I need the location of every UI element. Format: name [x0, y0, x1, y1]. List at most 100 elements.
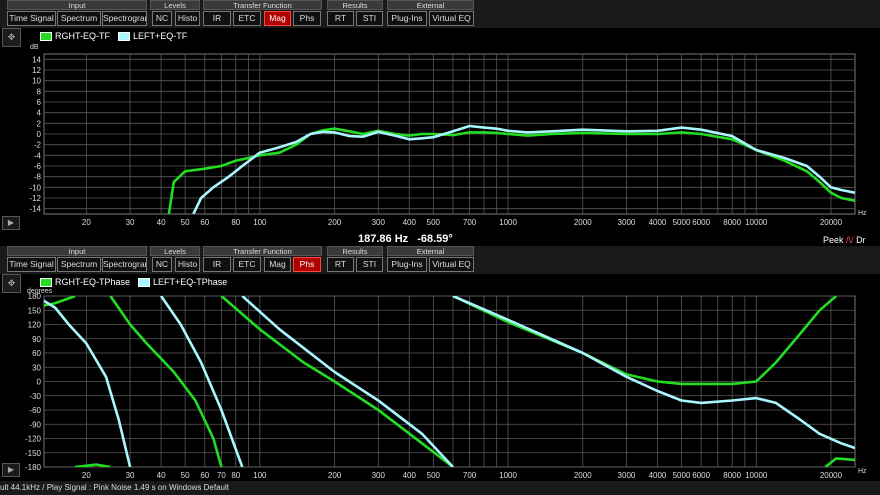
nc-button[interactable]: NC	[152, 11, 172, 26]
y-tick-label: 6	[37, 98, 42, 107]
x-tick-label: 100	[253, 471, 267, 480]
peek-icon: /\/	[846, 235, 854, 245]
y-tick-label: -120	[25, 435, 42, 444]
group-title: External	[387, 0, 474, 10]
x-tick-label: 20	[82, 471, 91, 480]
time-signal-button[interactable]: Time Signal	[7, 11, 56, 26]
phs-button[interactable]: Phs	[293, 11, 321, 26]
nc-button[interactable]: NC	[152, 257, 172, 272]
top-group-input: Input Time Signal Spectrum Spectrogram	[7, 0, 147, 28]
x-tick-label: 40	[157, 218, 166, 227]
x-tick-label: 1000	[499, 218, 517, 227]
x-tick-label: 3000	[618, 471, 636, 480]
y-tick-label: -60	[29, 406, 41, 415]
plug-ins-button[interactable]: Plug-Ins	[387, 11, 427, 26]
x-tick-label: 300	[372, 218, 386, 227]
ir-button[interactable]: IR	[203, 257, 231, 272]
cursor-frequency: 187.86 Hz	[358, 233, 409, 245]
y-tick-label: 12	[32, 66, 41, 75]
virtual-eq-button[interactable]: Virtual EQ	[429, 257, 474, 272]
x-tick-label: 500	[427, 471, 441, 480]
status-text: ult 44.1kHz / Play Signal : Pink Noise 1…	[0, 483, 229, 492]
x-tick-label: 30	[126, 471, 135, 480]
y-tick-label: 150	[28, 306, 42, 315]
x-tick-label: 1000	[499, 471, 517, 480]
bottom-group-input: Input Time Signal Spectrum Spectrogram	[7, 246, 147, 274]
mag-button[interactable]: Mag	[264, 257, 291, 272]
x-tick-label: 80	[231, 218, 240, 227]
bottom-group-results: Results RT STI	[327, 246, 383, 274]
x-tick-label: 400	[403, 471, 417, 480]
spectrum-button[interactable]: Spectrum	[57, 257, 101, 272]
sti-button[interactable]: STI	[356, 11, 383, 26]
spectrogram-button[interactable]: Spectrogram	[102, 11, 147, 26]
x-tick-label: 4000	[649, 218, 667, 227]
y-tick-label: 120	[28, 321, 42, 330]
status-bar: ult 44.1kHz / Play Signal : Pink Noise 1…	[0, 481, 880, 495]
etc-button[interactable]: ETC	[233, 11, 261, 26]
y-tick-label: -150	[25, 449, 42, 458]
y-tick-label: 2	[37, 119, 42, 128]
rt-button[interactable]: RT	[327, 257, 354, 272]
x-tick-label: 20000	[820, 218, 843, 227]
y-tick-label: -6	[34, 162, 42, 171]
y-tick-label: 60	[32, 349, 41, 358]
x-tick-label: 60	[200, 218, 209, 227]
virtual-eq-button[interactable]: Virtual EQ	[429, 11, 474, 26]
x-tick-label: 80	[231, 471, 240, 480]
bottom-group-external: External Plug-Ins Virtual EQ	[387, 246, 474, 274]
rt-button[interactable]: RT	[327, 11, 354, 26]
y-tick-label: 0	[37, 378, 42, 387]
plug-ins-button[interactable]: Plug-Ins	[387, 257, 427, 272]
y-tick-label: 10	[32, 77, 41, 86]
x-tick-label: 5000	[673, 471, 691, 480]
group-title: External	[387, 246, 474, 256]
x-tick-label: 6000	[692, 218, 710, 227]
y-tick-label: 90	[32, 335, 41, 344]
group-title: Transfer Function	[203, 0, 322, 10]
top-group-transfer-function: Transfer Function IR ETC Mag Phs	[203, 0, 322, 28]
top-toolbar: Input Time Signal Spectrum Spectrogram Level…	[0, 0, 880, 28]
y-tick-label: 0	[37, 130, 42, 139]
x-tick-label: 3000	[618, 218, 636, 227]
peek-control[interactable]: Peek /\/ Dr	[823, 235, 866, 245]
y-tick-label: -2	[34, 141, 42, 150]
phs-button[interactable]: Phs	[293, 257, 321, 272]
etc-button[interactable]: ETC	[233, 257, 261, 272]
top-group-levels: Levels NC Histo	[150, 0, 200, 28]
y-tick-label: -180	[25, 463, 42, 472]
mag-button[interactable]: Mag	[264, 11, 291, 26]
x-tick-label: 20	[82, 218, 91, 227]
bottom-group-transfer-function: Transfer Function IR ETC Mag Phs	[203, 246, 322, 274]
x-tick-label: 6000	[692, 471, 710, 480]
time-signal-button[interactable]: Time Signal	[7, 257, 56, 272]
y-tick-label: -8	[34, 173, 42, 182]
x-tick-label: 8000	[723, 471, 741, 480]
group-title: Transfer Function	[203, 246, 322, 256]
x-tick-label: 4000	[649, 471, 667, 480]
y-tick-label: -14	[29, 205, 41, 214]
x-tick-label: 5000	[673, 218, 691, 227]
y-tick-label: -10	[29, 183, 41, 192]
cursor-readout: 187.86 Hz -68.59°	[358, 233, 459, 245]
ir-button[interactable]: IR	[203, 11, 231, 26]
x-tick-label: 700	[463, 471, 477, 480]
histo-button[interactable]: Histo	[175, 257, 200, 272]
x-tick-label: 2000	[574, 471, 592, 480]
sti-button[interactable]: STI	[356, 257, 383, 272]
y-tick-label: 4	[37, 109, 42, 118]
spectrogram-button[interactable]: Spectrogram	[102, 257, 147, 272]
y-tick-label: -12	[29, 194, 41, 203]
group-title: Input	[7, 0, 147, 10]
x-tick-label: 30	[126, 218, 135, 227]
x-tick-label: 2000	[574, 218, 592, 227]
phase-chart[interactable]: 1801501209060300-30-60-90-120-150-18020 3…	[0, 274, 880, 481]
histo-button[interactable]: Histo	[175, 11, 200, 26]
x-tick-label: 70	[217, 471, 226, 480]
spectrum-button[interactable]: Spectrum	[57, 11, 101, 26]
x-tick-label: 20000	[820, 471, 843, 480]
magnitude-chart[interactable]: 14121086420-2-4-6-8-10-12-1420 30 40 50 60 80…	[0, 28, 880, 233]
peek-label: Peek	[823, 235, 844, 245]
x-tick-label: 200	[328, 218, 342, 227]
y-tick-label: 8	[37, 87, 42, 96]
